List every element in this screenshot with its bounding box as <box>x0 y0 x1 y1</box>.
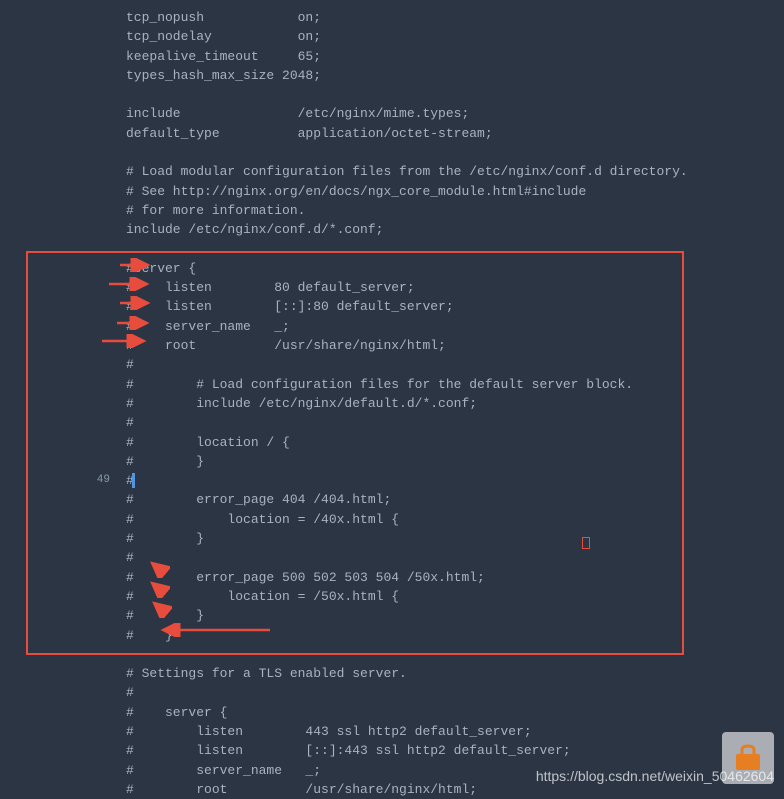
line-number <box>0 124 110 143</box>
code-line: # <box>126 548 784 567</box>
line-number <box>0 529 110 548</box>
text-cursor <box>132 473 135 488</box>
code-editor: 49 tcp_nopush on;tcp_nodelay on;keepaliv… <box>0 0 784 799</box>
line-number <box>0 162 110 181</box>
code-line: # error_page 500 502 503 504 /50x.html; <box>126 568 784 587</box>
line-number <box>0 741 110 760</box>
line-number <box>0 780 110 799</box>
code-line: # } <box>126 606 784 625</box>
line-number <box>0 761 110 780</box>
line-number <box>0 606 110 625</box>
line-number <box>0 703 110 722</box>
line-number <box>0 8 110 27</box>
line-number <box>0 548 110 567</box>
code-line: # for more information. <box>126 201 784 220</box>
line-number <box>0 568 110 587</box>
line-number <box>0 85 110 104</box>
line-number <box>0 201 110 220</box>
line-number <box>0 394 110 413</box>
code-content[interactable]: tcp_nopush on;tcp_nodelay on;keepalive_t… <box>118 8 784 799</box>
line-number <box>0 66 110 85</box>
line-number <box>0 47 110 66</box>
code-line: types_hash_max_size 2048; <box>126 66 784 85</box>
line-number <box>0 490 110 509</box>
code-line: # Settings for a TLS enabled server. <box>126 664 784 683</box>
code-line: # <box>126 413 784 432</box>
code-line: tcp_nopush on; <box>126 8 784 27</box>
line-number <box>0 240 110 259</box>
line-number <box>0 220 110 239</box>
code-line: # } <box>126 452 784 471</box>
code-line: tcp_nodelay on; <box>126 27 784 46</box>
code-line <box>126 143 784 162</box>
line-number-gutter: 49 <box>0 8 118 799</box>
line-number <box>0 645 110 664</box>
line-number <box>0 433 110 452</box>
line-number <box>0 336 110 355</box>
code-line: # # Load configuration files for the def… <box>126 375 784 394</box>
code-line: # <box>126 683 784 702</box>
code-line: # location = /40x.html { <box>126 510 784 529</box>
code-line: # server { <box>126 703 784 722</box>
code-line: # } <box>126 529 784 548</box>
code-line: default_type application/octet-stream; <box>126 124 784 143</box>
line-number <box>0 278 110 297</box>
code-line: # error_page 404 /404.html; <box>126 490 784 509</box>
code-line: # } <box>126 626 784 645</box>
line-number <box>0 259 110 278</box>
code-line: #server { <box>126 259 784 278</box>
code-line: # Load modular configuration files from … <box>126 162 784 181</box>
code-line <box>126 645 784 664</box>
code-line: # <box>126 355 784 374</box>
code-line: include /etc/nginx/conf.d/*.conf; <box>126 220 784 239</box>
line-number <box>0 626 110 645</box>
line-number <box>0 27 110 46</box>
line-number <box>0 297 110 316</box>
code-line: # include /etc/nginx/default.d/*.conf; <box>126 394 784 413</box>
line-number <box>0 413 110 432</box>
line-number <box>0 587 110 606</box>
code-line: # See http://nginx.org/en/docs/ngx_core_… <box>126 182 784 201</box>
line-number <box>0 143 110 162</box>
code-line <box>126 85 784 104</box>
line-number <box>0 355 110 374</box>
line-number <box>0 510 110 529</box>
code-line: # <box>126 471 784 490</box>
code-line: # listen [::]:80 default_server; <box>126 297 784 316</box>
code-line: # listen 443 ssl http2 default_server; <box>126 722 784 741</box>
line-number <box>0 375 110 394</box>
code-line: # location = /50x.html { <box>126 587 784 606</box>
line-number: 49 <box>0 471 110 490</box>
line-number <box>0 104 110 123</box>
line-number <box>0 722 110 741</box>
line-number <box>0 317 110 336</box>
code-line: keepalive_timeout 65; <box>126 47 784 66</box>
code-line: # root /usr/share/nginx/html; <box>126 336 784 355</box>
code-line <box>126 240 784 259</box>
line-number <box>0 683 110 702</box>
code-line: # listen [::]:443 ssl http2 default_serv… <box>126 741 784 760</box>
line-number <box>0 664 110 683</box>
watermark-text: https://blog.csdn.net/weixin_50462604 <box>536 768 774 784</box>
code-line: # listen 80 default_server; <box>126 278 784 297</box>
line-number <box>0 182 110 201</box>
code-line: # location / { <box>126 433 784 452</box>
code-line: # server_name _; <box>126 317 784 336</box>
line-number <box>0 452 110 471</box>
code-line: include /etc/nginx/mime.types; <box>126 104 784 123</box>
